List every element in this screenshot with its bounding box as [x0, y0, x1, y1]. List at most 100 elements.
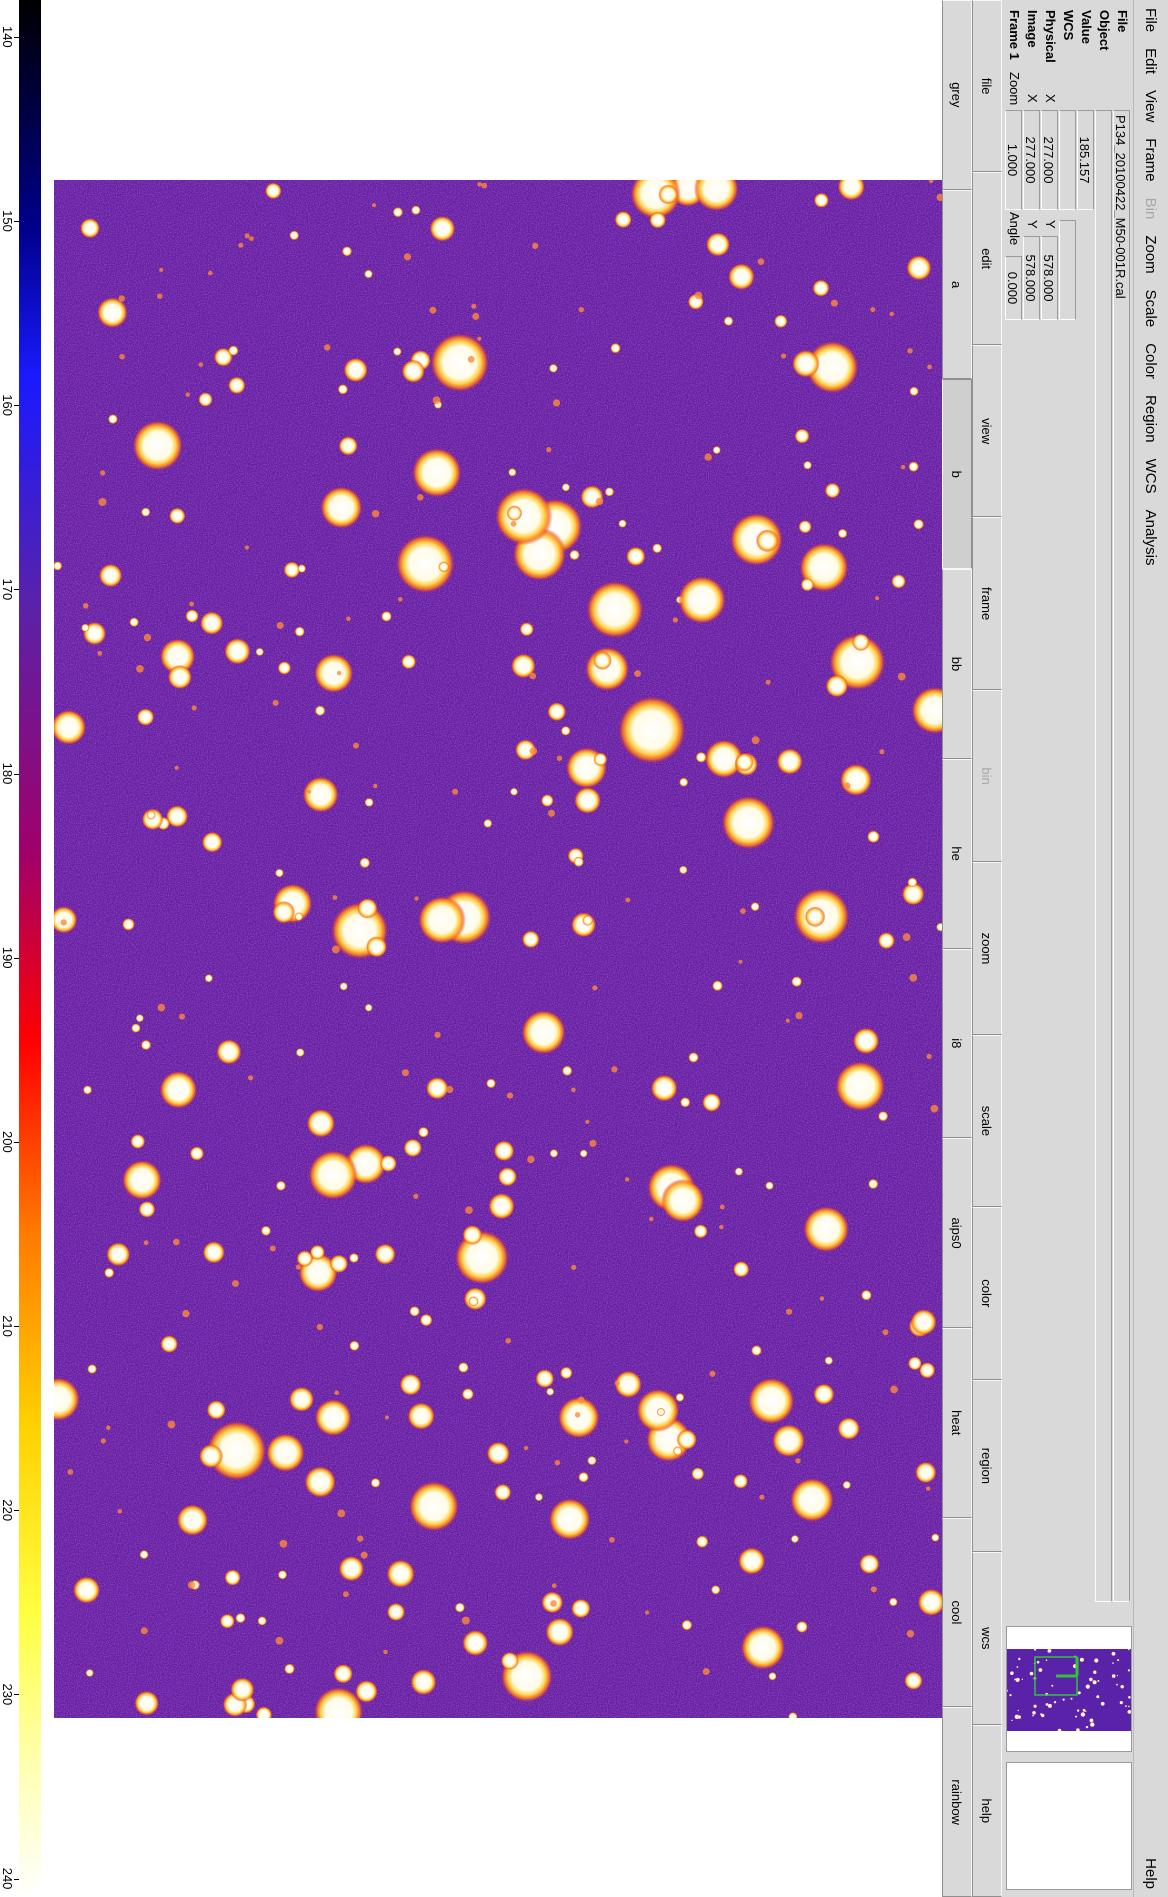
- star: [609, 1537, 615, 1543]
- star: [140, 1039, 152, 1051]
- menu-file[interactable]: File: [1143, 0, 1160, 40]
- star: [385, 1415, 389, 1420]
- star: [614, 1380, 620, 1386]
- colormap-a-button[interactable]: a: [942, 189, 972, 380]
- button-frame[interactable]: frame: [972, 517, 1002, 690]
- colormap-bb-button[interactable]: bb: [942, 569, 972, 759]
- colormap-b-button[interactable]: b: [942, 379, 972, 570]
- star: [100, 1438, 106, 1444]
- star: [785, 1018, 790, 1023]
- star: [264, 182, 282, 200]
- star: [346, 616, 351, 622]
- star: [332, 895, 338, 900]
- star: [198, 392, 213, 407]
- colorbar[interactable]: 140 150 160 170 180 190 200 210 220 230 240: [0, 0, 41, 1897]
- colormap-heat-button[interactable]: heat: [942, 1327, 972, 1518]
- button-file[interactable]: file: [972, 0, 1002, 173]
- menu-color[interactable]: Color: [1143, 335, 1160, 387]
- button-scale[interactable]: scale: [972, 1034, 1002, 1208]
- button-view[interactable]: view: [972, 344, 1002, 518]
- star: [465, 1206, 473, 1214]
- panner-star: [1096, 1695, 1100, 1699]
- star: [625, 897, 631, 903]
- menu-zoom[interactable]: Zoom: [1143, 227, 1160, 281]
- image-x-label: X: [1025, 94, 1040, 103]
- star: [757, 258, 765, 265]
- star: [486, 1441, 510, 1466]
- menu-scale[interactable]: Scale: [1143, 282, 1160, 336]
- star: [870, 307, 876, 313]
- star: [649, 211, 667, 229]
- image-display[interactable]: [41, 0, 942, 1897]
- star: [688, 1052, 699, 1063]
- button-bar-colormaps: grey a b bb he i8 aips0 heat cool rainbo…: [942, 0, 972, 1897]
- star: [324, 344, 331, 351]
- panner-star: [1033, 1704, 1037, 1708]
- button-region[interactable]: region: [972, 1379, 1002, 1553]
- star: [505, 1338, 511, 1344]
- star: [907, 877, 918, 888]
- star: [578, 307, 584, 313]
- star: [467, 355, 475, 363]
- menu-region[interactable]: Region: [1143, 387, 1160, 451]
- panner-star: [1016, 1679, 1019, 1683]
- star: [497, 1167, 518, 1187]
- star: [508, 468, 517, 477]
- button-color[interactable]: color: [972, 1207, 1002, 1380]
- colorbar-tick-label: 170: [0, 578, 15, 601]
- star: [296, 1250, 314, 1267]
- star: [255, 647, 264, 657]
- star: [791, 349, 820, 378]
- star: [139, 1550, 149, 1560]
- star: [618, 696, 686, 764]
- button-help[interactable]: help: [972, 1724, 1002, 1897]
- star: [238, 242, 244, 248]
- panner-star: [1097, 1679, 1100, 1682]
- star: [260, 1225, 272, 1236]
- star: [419, 1313, 433, 1327]
- menu-wcs[interactable]: WCS: [1143, 451, 1160, 502]
- star: [104, 1267, 115, 1278]
- angle-field: 0.000: [1005, 256, 1022, 320]
- star: [79, 218, 101, 239]
- star: [316, 1323, 323, 1331]
- wcs-label: WCS: [1061, 10, 1076, 41]
- button-edit[interactable]: edit: [972, 172, 1002, 345]
- star: [336, 670, 342, 676]
- star: [201, 831, 223, 853]
- menu-frame[interactable]: Frame: [1143, 130, 1160, 189]
- star: [72, 1576, 101, 1604]
- panner[interactable]: [1006, 1626, 1132, 1752]
- star: [554, 1460, 561, 1466]
- panner-star: [1036, 1660, 1040, 1664]
- button-wcs[interactable]: wcs: [972, 1552, 1002, 1725]
- colorbar-tick-label: 140: [0, 25, 15, 48]
- star: [339, 982, 348, 991]
- button-zoom[interactable]: zoom: [972, 862, 1002, 1035]
- wcs-x-field: [1059, 110, 1076, 210]
- star: [276, 621, 284, 630]
- menu-analysis[interactable]: Analysis: [1143, 502, 1160, 574]
- star: [650, 1074, 678, 1102]
- colorbar-strip[interactable]: [19, 0, 41, 1897]
- panner-star: [1017, 1709, 1019, 1712]
- colormap-aips0-button[interactable]: aips0: [942, 1138, 972, 1328]
- colormap-i8-button[interactable]: i8: [942, 948, 972, 1139]
- star: [582, 915, 594, 926]
- star: [129, 617, 139, 628]
- colormap-cool-button[interactable]: cool: [942, 1517, 972, 1708]
- star: [216, 1039, 242, 1065]
- colormap-rainbow-button[interactable]: rainbow: [942, 1707, 972, 1897]
- menu-help[interactable]: Help: [1143, 1850, 1160, 1897]
- menu-view[interactable]: View: [1143, 82, 1160, 130]
- menu-edit[interactable]: Edit: [1143, 40, 1160, 82]
- star: [462, 1629, 489, 1657]
- colormap-grey-button[interactable]: grey: [942, 0, 972, 190]
- colormap-he-button[interactable]: he: [942, 758, 972, 949]
- panner-star: [1053, 1701, 1057, 1704]
- star: [235, 1612, 246, 1624]
- ds9-window: File Edit View Frame Bin Zoom Scale Colo…: [0, 0, 1168, 1897]
- astronomical-image[interactable]: [54, 180, 942, 1718]
- star: [675, 1392, 685, 1402]
- star: [230, 1677, 255, 1702]
